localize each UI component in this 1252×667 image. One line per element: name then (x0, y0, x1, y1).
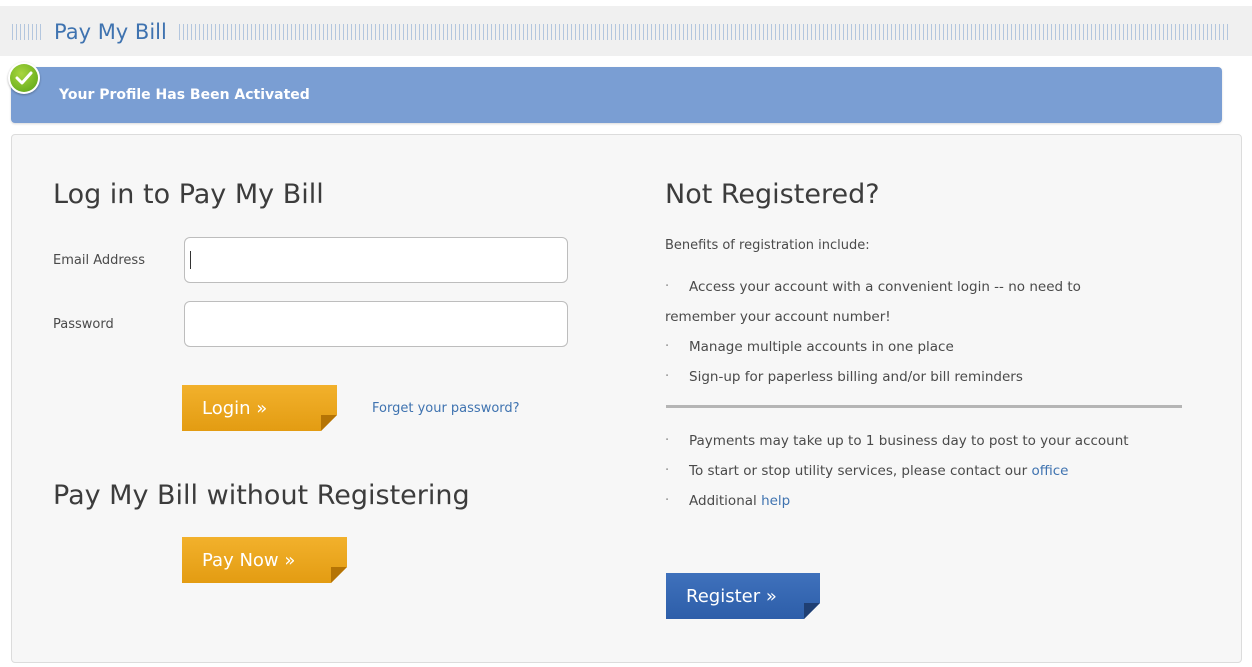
bullet-dot: · (665, 433, 670, 448)
note-text: Additional (689, 493, 762, 509)
register-button-label: Register » (686, 585, 777, 607)
pay-now-button[interactable]: Pay Now » (182, 537, 347, 583)
bullet-dot: · (665, 369, 670, 384)
bullet-dot: · (665, 463, 670, 478)
benefit-item: Manage multiple accounts in one place (689, 339, 954, 355)
bullet-dot: · (665, 279, 670, 294)
checkmark-glyph (15, 71, 33, 85)
benefit-item-continued: remember your account number! (665, 309, 891, 325)
pay-without-registering-heading: Pay My Bill without Registering (53, 480, 470, 511)
help-link[interactable]: help (761, 493, 790, 509)
header-stripes-left (12, 24, 44, 40)
not-registered-heading: Not Registered? (665, 179, 880, 210)
note-item: To start or stop utility services, pleas… (689, 463, 1068, 479)
header-title-row: Pay My Bill (12, 18, 1230, 46)
activation-banner: Your Profile Has Been Activated (11, 67, 1222, 123)
text-caret (190, 251, 191, 269)
login-heading: Log in to Pay My Bill (53, 179, 324, 210)
check-icon (8, 62, 40, 94)
email-field[interactable] (184, 237, 568, 283)
note-item: Payments may take up to 1 business day t… (689, 433, 1129, 449)
divider (666, 405, 1182, 408)
password-label: Password (53, 317, 114, 332)
password-field[interactable] (184, 301, 568, 347)
benefits-intro: Benefits of registration include: (665, 238, 870, 253)
header-stripes-right (178, 24, 1230, 40)
note-text: To start or stop utility services, pleas… (689, 463, 1032, 479)
banner-message: Your Profile Has Been Activated (59, 87, 310, 103)
pay-now-button-label: Pay Now » (202, 549, 296, 571)
button-fold (804, 603, 820, 619)
forgot-password-link[interactable]: Forget your password? (372, 401, 520, 416)
bullet-dot: · (665, 493, 670, 508)
office-link[interactable]: office (1031, 463, 1068, 479)
register-button[interactable]: Register » (666, 573, 820, 619)
email-label: Email Address (53, 253, 145, 268)
bullet-dot: · (665, 339, 670, 354)
check-icon-badge (10, 64, 38, 92)
page-title: Pay My Bill (54, 20, 167, 44)
main-panel: Log in to Pay My Bill Email Address Pass… (11, 134, 1242, 663)
button-fold (331, 567, 347, 583)
login-button[interactable]: Login » (182, 385, 337, 431)
benefit-item: Access your account with a convenient lo… (689, 279, 1081, 295)
login-button-label: Login » (202, 397, 268, 419)
benefit-item: Sign-up for paperless billing and/or bil… (689, 369, 1023, 385)
button-fold (321, 415, 337, 431)
page-header: Pay My Bill (0, 6, 1252, 56)
note-item: Additional help (689, 493, 790, 509)
